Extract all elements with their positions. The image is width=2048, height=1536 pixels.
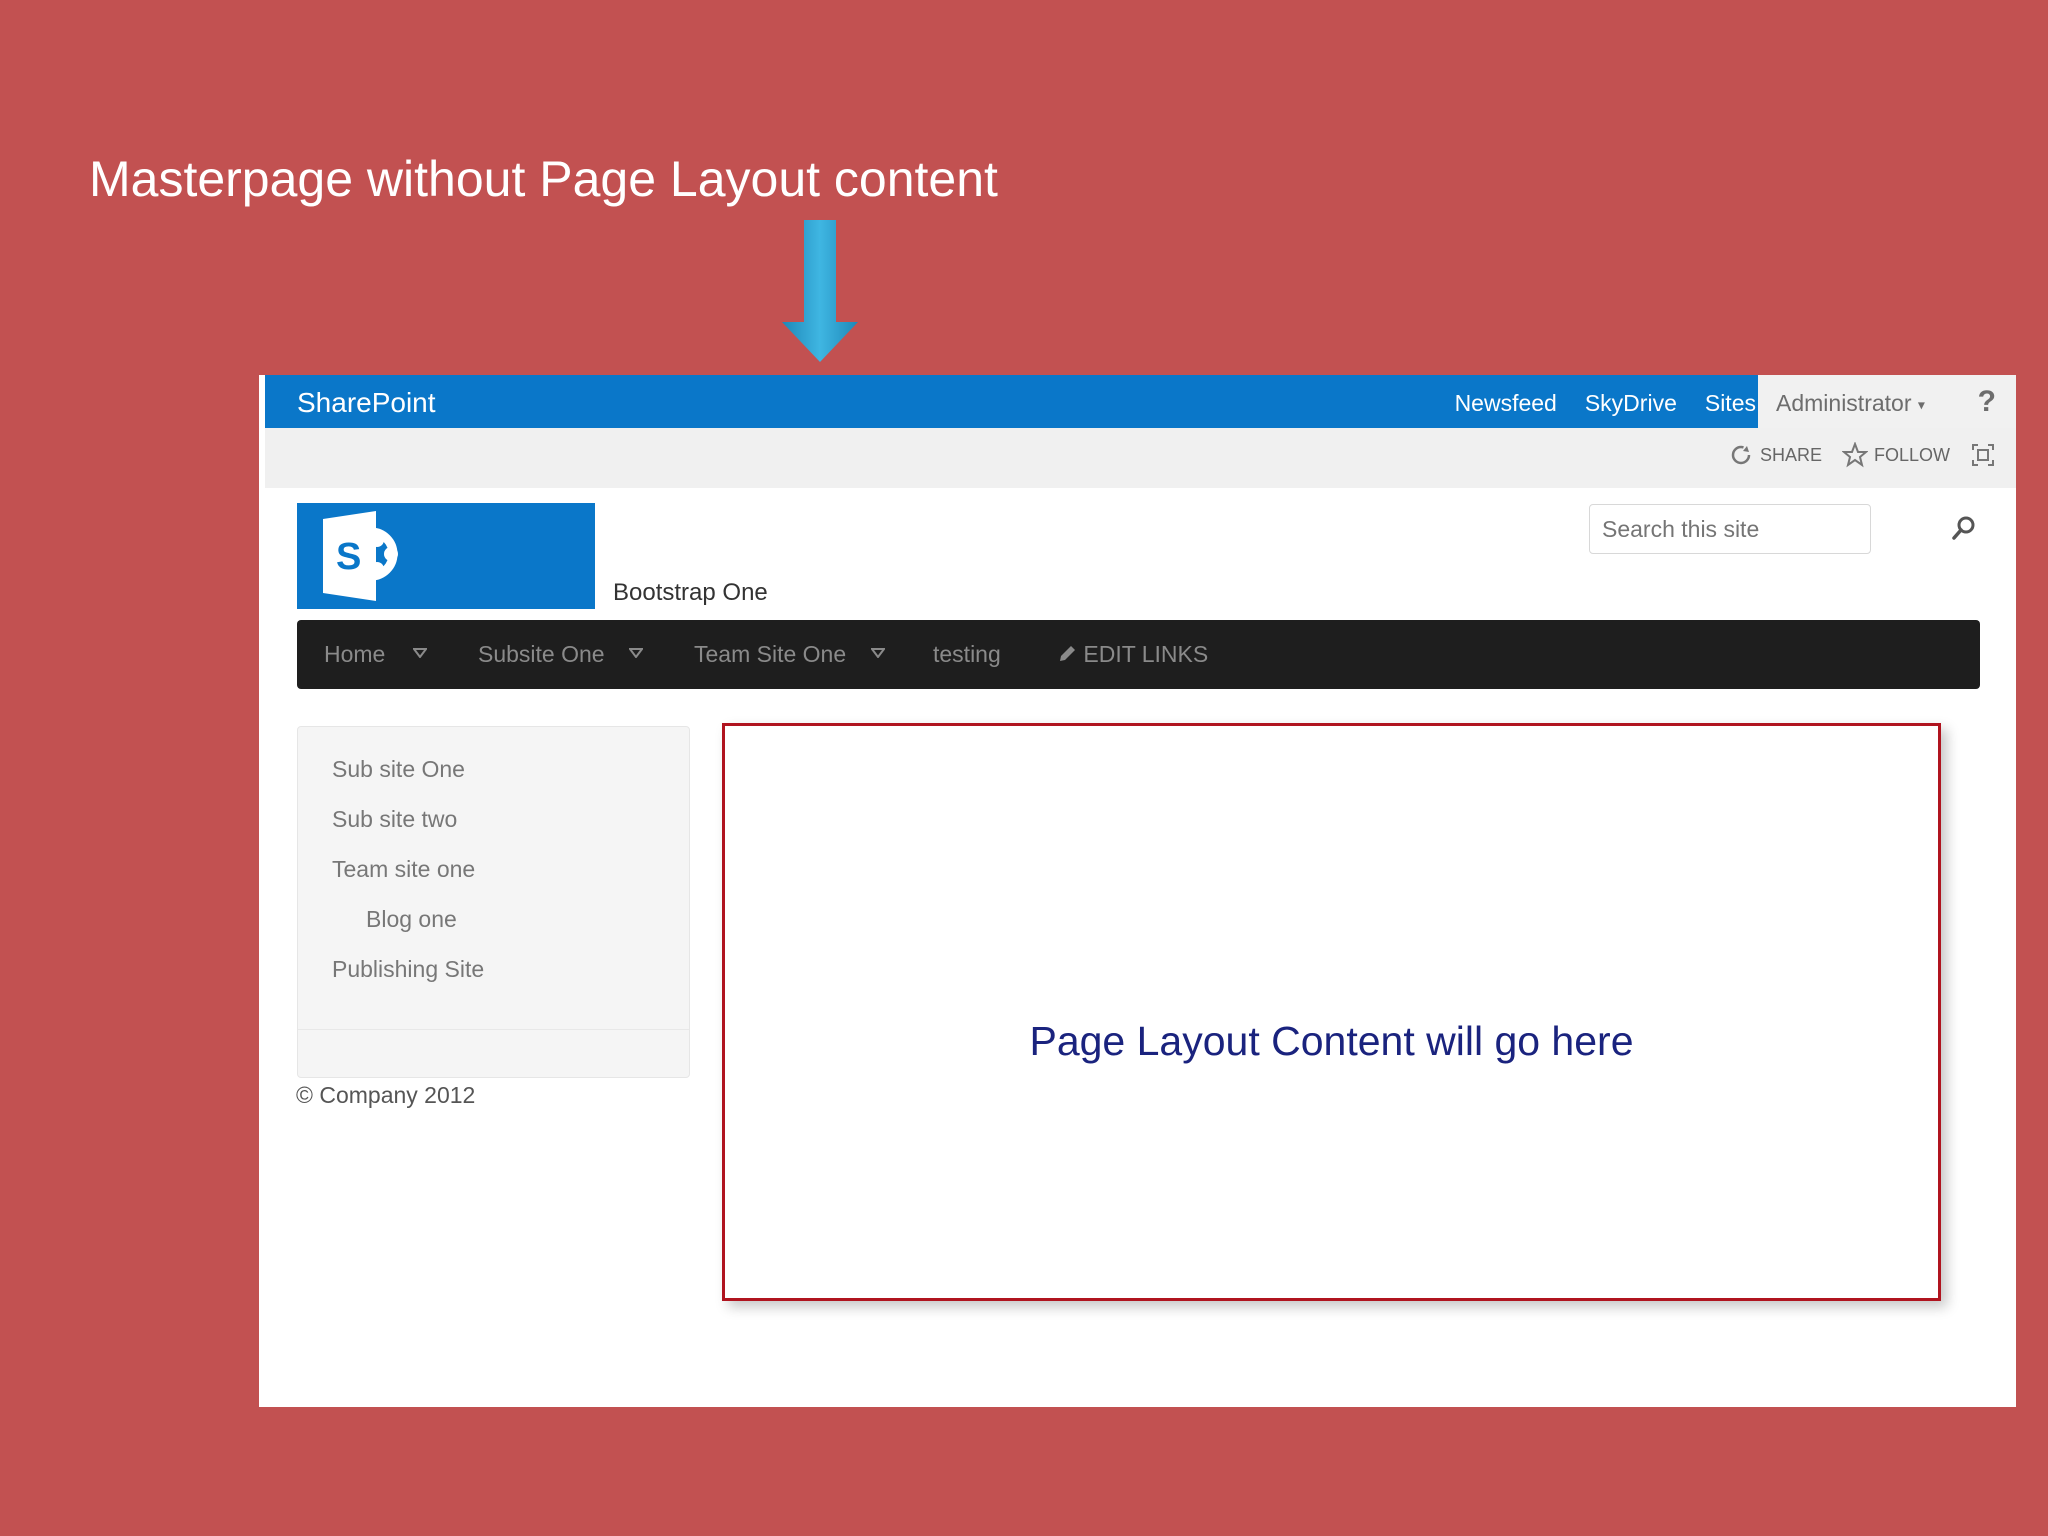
chevron-down-icon[interactable]	[871, 648, 885, 658]
site-title[interactable]: Bootstrap One	[613, 579, 768, 607]
chevron-down-icon[interactable]	[629, 648, 643, 658]
arrow-down-icon	[782, 220, 858, 362]
sidebar-item-blog-one[interactable]: Blog one	[366, 906, 457, 933]
slide-title: Masterpage without Page Layout content	[89, 151, 998, 207]
suite-bar: SharePoint Newsfeed SkyDrive Sites Admin…	[265, 375, 2016, 428]
nav-item-home[interactable]: Home	[324, 641, 385, 668]
sharepoint-logo-icon: S	[323, 511, 398, 601]
suite-user-area: Administrator ▾ ?	[1758, 375, 2016, 428]
follow-button[interactable]: FOLLOW	[1841, 442, 1950, 468]
follow-label: FOLLOW	[1873, 444, 1950, 465]
share-icon	[1731, 445, 1751, 465]
svg-text:S: S	[336, 536, 361, 578]
help-icon[interactable]: ?	[1978, 385, 1996, 419]
edit-links-label: EDIT LINKS	[1083, 641, 1209, 667]
sidebar-item-team-site-one[interactable]: Team site one	[332, 856, 475, 883]
quick-launch: Sub site One Sub site two Team site one …	[297, 726, 690, 1078]
copyright-text: © Company 2012	[296, 1082, 476, 1108]
focus-on-content-button[interactable]	[1970, 442, 1996, 468]
fullscreen-icon	[1972, 444, 1994, 466]
site-logo[interactable]: S	[297, 503, 595, 609]
user-menu[interactable]: Administrator ▾	[1776, 390, 1925, 417]
sharepoint-screenshot: SharePoint Newsfeed SkyDrive Sites Admin…	[259, 375, 2016, 1407]
sidebar-item-publishing-site[interactable]: Publishing Site	[332, 956, 484, 983]
search-input[interactable]	[1589, 504, 1871, 554]
nav-item-testing[interactable]: testing	[933, 641, 1001, 668]
pencil-icon	[1060, 646, 1075, 661]
top-navigation: Home Subsite One Team Site One testing E…	[297, 620, 1980, 689]
suite-link-skydrive[interactable]: SkyDrive	[1585, 390, 1677, 417]
search-icon[interactable]	[1949, 513, 1979, 543]
edit-links-button[interactable]: EDIT LINKS	[1057, 641, 1208, 668]
sidebar-divider	[298, 1029, 689, 1030]
ribbon-actions: SHARE FOLLOW	[1728, 442, 1996, 468]
star-icon	[1841, 442, 1868, 468]
caret-down-icon: ▾	[1917, 396, 1925, 413]
suite-links: Newsfeed SkyDrive Sites	[1455, 390, 1756, 417]
nav-item-subsite-one[interactable]: Subsite One	[478, 641, 605, 668]
sidebar-item-sub-site-one[interactable]: Sub site One	[332, 756, 465, 783]
page-layout-content-area: Page Layout Content will go here	[722, 723, 1941, 1301]
suite-link-sites[interactable]: Sites	[1705, 390, 1756, 417]
chevron-down-icon[interactable]	[413, 648, 427, 658]
sharepoint-brand[interactable]: SharePoint	[297, 387, 436, 419]
share-button[interactable]: SHARE	[1728, 442, 1822, 468]
ribbon-bar: SHARE FOLLOW	[265, 428, 2016, 488]
sidebar-item-sub-site-two[interactable]: Sub site two	[332, 806, 457, 833]
nav-item-team-site-one[interactable]: Team Site One	[694, 641, 846, 668]
share-label: SHARE	[1759, 444, 1822, 465]
suite-link-newsfeed[interactable]: Newsfeed	[1455, 390, 1557, 417]
content-placeholder-text: Page Layout Content will go here	[1029, 1018, 1634, 1064]
user-name: Administrator	[1776, 390, 1912, 416]
